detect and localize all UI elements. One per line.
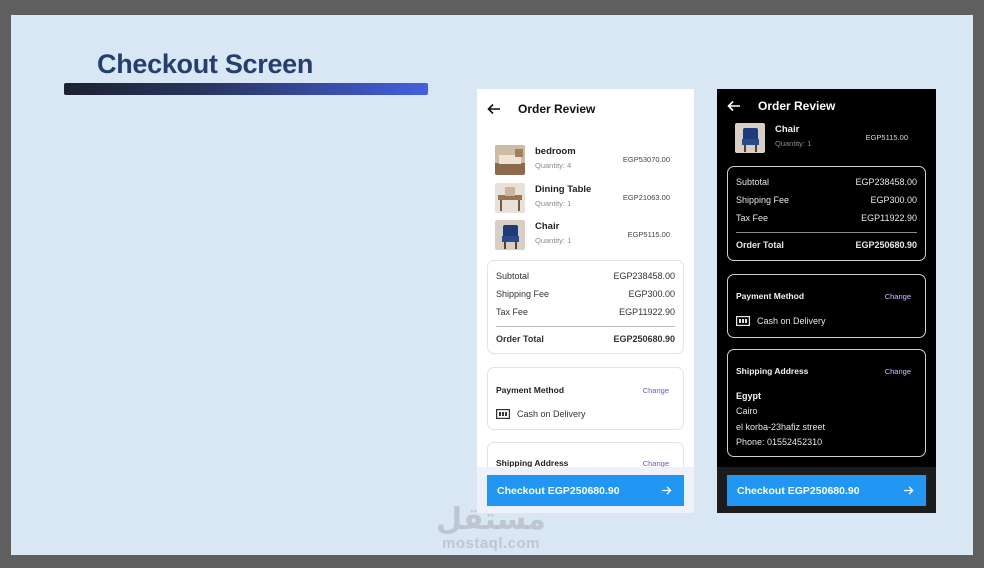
title-underline-bar — [64, 83, 428, 95]
arrow-right-icon — [661, 486, 672, 495]
page-title: Order Review — [758, 99, 836, 113]
slide-title: Checkout Screen — [97, 49, 314, 79]
product-image-chair — [735, 123, 765, 153]
shipping-address-title: Shipping Address — [736, 366, 809, 376]
payment-method-title: Payment Method — [736, 291, 805, 301]
order-total-value: EGP250680.90 — [613, 334, 675, 344]
order-summary-card: Subtotal EGP238458.00 Shipping Fee EGP300.… — [727, 166, 926, 261]
watermark: مستقل mostaql.com — [431, 502, 551, 553]
shipping-fee-value: EGP300.00 — [870, 195, 917, 205]
order-summary-card: Subtotal EGP238458.00 Shipping Fee EGP300.… — [487, 260, 684, 354]
arrow-left-icon[interactable] — [727, 99, 741, 113]
subtotal-row: Subtotal EGP238458.00 — [736, 177, 917, 187]
item-name: Chair — [535, 221, 560, 232]
list-item[interactable]: Dining Table Quantity: 1 EGP21063.00 — [495, 183, 682, 213]
tax-fee-value: EGP11922.90 — [861, 213, 917, 223]
shipping-fee-label: Shipping Fee — [736, 195, 790, 205]
shipping-fee-value: EGP300.00 — [628, 289, 675, 299]
address-phone: Phone: 01552452310 — [736, 437, 823, 447]
subtotal-label: Subtotal — [496, 271, 530, 281]
order-total-label: Order Total — [496, 334, 544, 344]
item-quantity: Quantity: 1 — [775, 139, 812, 148]
tax-fee-label: Tax Fee — [736, 213, 769, 223]
checkout-label: Checkout EGP250680.90 — [497, 484, 620, 497]
item-quantity: Quantity: 1 — [535, 236, 572, 245]
cash-icon — [496, 409, 510, 419]
product-image-dining-table — [495, 183, 525, 213]
subtotal-value: EGP238458.00 — [613, 271, 675, 281]
summary-divider — [496, 326, 675, 327]
tax-fee-label: Tax Fee — [496, 307, 529, 317]
order-total-label: Order Total — [736, 240, 784, 250]
item-price: EGP21063.00 — [622, 193, 670, 202]
arrow-left-icon[interactable] — [487, 102, 501, 116]
list-item[interactable]: bedroom Quantity: 4 EGP53070.00 — [495, 145, 682, 175]
app-header: Order Review — [717, 89, 936, 123]
watermark-text: mostaql.com — [441, 535, 541, 552]
tax-fee-row: Tax Fee EGP11922.90 — [736, 213, 917, 223]
slide: Checkout Screen Order Review bedroom Qua… — [11, 15, 973, 555]
cash-icon — [736, 316, 750, 326]
product-image-bedroom — [495, 145, 525, 175]
checkout-label: Checkout EGP250680.90 — [737, 484, 860, 497]
tax-fee-value: EGP11922.90 — [619, 307, 675, 317]
item-name: Dining Table — [535, 184, 592, 195]
item-price: EGP53070.00 — [622, 155, 670, 164]
watermark-logo: مستقل — [436, 502, 546, 537]
order-total-value: EGP250680.90 — [855, 240, 917, 250]
payment-method-value: Cash on Delivery — [496, 409, 586, 419]
payment-method-title: Payment Method — [496, 385, 565, 395]
shipping-fee-row: Shipping Fee EGP300.00 — [736, 195, 917, 205]
shipping-address-card: Shipping Address Change Egypt Cairo el k… — [727, 349, 926, 457]
subtotal-row: Subtotal EGP238458.00 — [496, 271, 675, 281]
change-payment-link[interactable]: Change — [885, 292, 911, 301]
list-item[interactable]: Chair Quantity: 1 EGP5115.00 — [495, 220, 682, 250]
item-name: bedroom — [535, 146, 576, 157]
payment-method-card: Payment Method Change Cash on Delivery — [487, 367, 684, 430]
shipping-fee-label: Shipping Fee — [496, 289, 550, 299]
light-phone-screen: Order Review bedroom Quantity: 4 EGP5307… — [477, 89, 694, 513]
subtotal-value: EGP238458.00 — [855, 177, 917, 187]
payment-method-label: Cash on Delivery — [517, 409, 586, 419]
tax-fee-row: Tax Fee EGP11922.90 — [496, 307, 675, 317]
subtotal-label: Subtotal — [736, 177, 770, 187]
change-address-link[interactable]: Change — [885, 367, 911, 376]
checkout-button[interactable]: Checkout EGP250680.90 — [727, 475, 926, 506]
list-item[interactable]: Chair Quantity: 1 EGP5115.00 — [735, 123, 924, 153]
item-price: EGP5115.00 — [865, 133, 908, 142]
change-payment-link[interactable]: Change — [643, 386, 669, 395]
order-total-row: Order Total EGP250680.90 — [496, 334, 675, 344]
dark-phone-screen: Order Review Chair Quantity: 1 EGP5115.0… — [717, 89, 936, 513]
payment-method-value: Cash on Delivery — [736, 316, 826, 326]
address-street: el korba-23hafiz street — [736, 422, 826, 432]
address-country: Egypt — [736, 391, 762, 401]
app-header: Order Review — [477, 89, 694, 129]
summary-divider — [736, 232, 917, 233]
product-image-chair — [495, 220, 525, 250]
page-title: Order Review — [518, 102, 596, 116]
payment-method-card: Payment Method Change Cash on Delivery — [727, 274, 926, 338]
checkout-bar: Checkout EGP250680.90 — [717, 467, 936, 513]
shipping-fee-row: Shipping Fee EGP300.00 — [496, 289, 675, 299]
item-name: Chair — [775, 124, 800, 135]
order-total-row: Order Total EGP250680.90 — [736, 240, 917, 250]
address-city: Cairo — [736, 406, 758, 416]
item-quantity: Quantity: 4 — [535, 161, 572, 170]
item-price: EGP5115.00 — [627, 230, 670, 239]
payment-method-label: Cash on Delivery — [757, 316, 826, 326]
item-quantity: Quantity: 1 — [535, 199, 572, 208]
arrow-right-icon — [903, 486, 914, 495]
